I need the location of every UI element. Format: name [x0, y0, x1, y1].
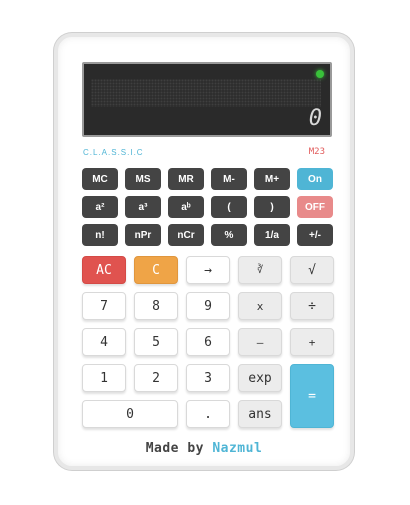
calculator: 0 C.L.A.S.S.I.C M23 MC MS MR M- M+ On a²…	[54, 33, 354, 470]
display-screen: 0	[82, 62, 332, 137]
multiply-button[interactable]: x	[238, 292, 282, 320]
sign-toggle-button[interactable]: +/-	[297, 224, 333, 246]
decimal-point-button[interactable]: .	[186, 400, 230, 428]
display-value: 0	[308, 106, 323, 131]
ans-button[interactable]: ans	[238, 400, 282, 428]
m-plus-button[interactable]: M+	[254, 168, 290, 190]
digit-5-button[interactable]: 5	[134, 328, 178, 356]
plus-button[interactable]: +	[290, 328, 334, 356]
mr-button[interactable]: MR	[168, 168, 204, 190]
digit-1-button[interactable]: 1	[82, 364, 126, 392]
digit-8-button[interactable]: 8	[134, 292, 178, 320]
model-label: M23	[308, 147, 325, 157]
exp-button[interactable]: exp	[238, 364, 282, 392]
power-button[interactable]: aᵇ	[168, 196, 204, 218]
equals-button[interactable]: =	[290, 364, 334, 428]
ms-button[interactable]: MS	[125, 168, 161, 190]
factorial-button[interactable]: n!	[82, 224, 118, 246]
digit-9-button[interactable]: 9	[186, 292, 230, 320]
credit-author: Nazmul	[212, 441, 263, 456]
percent-button[interactable]: %	[211, 224, 247, 246]
close-paren-button[interactable]: )	[254, 196, 290, 218]
brand-label: C.L.A.S.S.I.C	[83, 148, 144, 157]
off-button[interactable]: OFF	[297, 196, 333, 218]
digit-3-button[interactable]: 3	[186, 364, 230, 392]
display-dot-matrix	[91, 79, 321, 107]
on-button[interactable]: On	[297, 168, 333, 190]
backspace-button[interactable]: →	[186, 256, 230, 284]
power-led-icon	[316, 70, 324, 78]
all-clear-button[interactable]: AC	[82, 256, 126, 284]
digit-7-button[interactable]: 7	[82, 292, 126, 320]
divide-button[interactable]: ÷	[290, 292, 334, 320]
square-root-button[interactable]: √	[290, 256, 334, 284]
digit-4-button[interactable]: 4	[82, 328, 126, 356]
mc-button[interactable]: MC	[82, 168, 118, 190]
digit-2-button[interactable]: 2	[134, 364, 178, 392]
m-minus-button[interactable]: M-	[211, 168, 247, 190]
clear-button[interactable]: C	[134, 256, 178, 284]
cube-root-button[interactable]: ∛	[238, 256, 282, 284]
credit-prefix: Made by	[145, 441, 213, 456]
cube-button[interactable]: a³	[125, 196, 161, 218]
npr-button[interactable]: nPr	[125, 224, 161, 246]
minus-button[interactable]: –	[238, 328, 282, 356]
digit-6-button[interactable]: 6	[186, 328, 230, 356]
digit-0-button[interactable]: 0	[82, 400, 178, 428]
ncr-button[interactable]: nCr	[168, 224, 204, 246]
square-button[interactable]: a²	[82, 196, 118, 218]
open-paren-button[interactable]: (	[211, 196, 247, 218]
reciprocal-button[interactable]: 1/a	[254, 224, 290, 246]
credit-line: Made by Nazmul	[58, 441, 350, 456]
